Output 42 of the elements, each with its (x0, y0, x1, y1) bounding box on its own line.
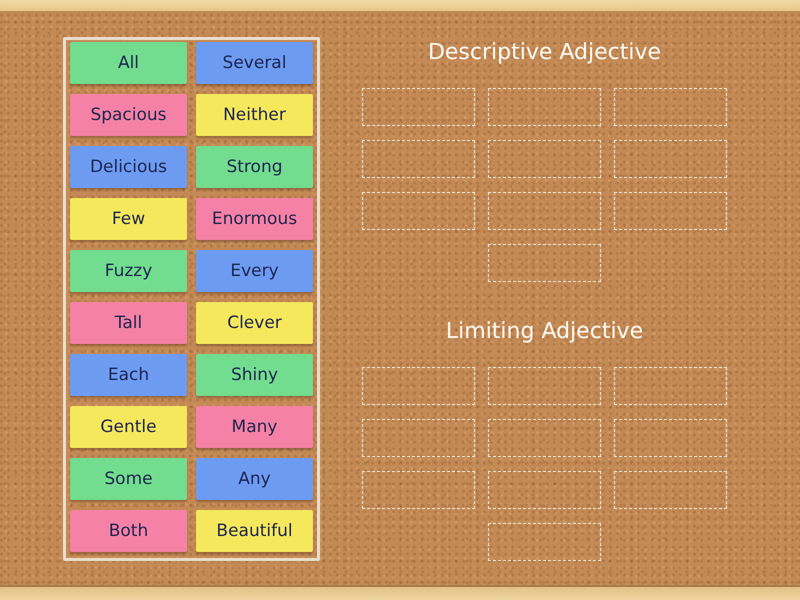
drop-slot[interactable] (488, 140, 601, 178)
drop-slot[interactable] (488, 419, 601, 457)
word-card[interactable]: Shiny (196, 354, 313, 396)
drop-slot[interactable] (614, 471, 727, 509)
word-card[interactable]: Fuzzy (70, 250, 187, 292)
word-card[interactable]: Enormous (196, 198, 313, 240)
word-card[interactable]: Each (70, 354, 187, 396)
drop-slot[interactable] (362, 419, 475, 457)
word-card[interactable]: Spacious (70, 94, 187, 136)
word-card[interactable]: Both (70, 510, 187, 552)
group-heading: Limiting Adjective (446, 318, 644, 346)
drop-slot[interactable] (488, 192, 601, 230)
drop-slot[interactable] (362, 192, 475, 230)
drop-slot[interactable] (614, 88, 727, 126)
word-card[interactable]: All (70, 42, 187, 84)
drop-slot[interactable] (488, 367, 601, 405)
word-card[interactable]: Some (70, 458, 187, 500)
drop-slot[interactable] (362, 471, 475, 509)
word-card[interactable]: Neither (196, 94, 313, 136)
word-card[interactable]: Beautiful (196, 510, 313, 552)
drop-slot[interactable] (362, 140, 475, 178)
drop-slot[interactable] (488, 471, 601, 509)
word-card[interactable]: Several (196, 42, 313, 84)
drop-slot[interactable] (488, 523, 601, 561)
group-heading: Descriptive Adjective (428, 39, 662, 67)
drop-slot[interactable] (614, 419, 727, 457)
drop-slot[interactable] (488, 88, 601, 126)
drop-slot[interactable] (362, 367, 475, 405)
word-card[interactable]: Gentle (70, 406, 187, 448)
drop-slot[interactable] (614, 140, 727, 178)
word-card[interactable]: Strong (196, 146, 313, 188)
word-card[interactable]: Few (70, 198, 187, 240)
drop-slot[interactable] (362, 88, 475, 126)
drop-slot[interactable] (614, 192, 727, 230)
drop-slot[interactable] (614, 367, 727, 405)
word-card[interactable]: Any (196, 458, 313, 500)
word-card[interactable]: Every (196, 250, 313, 292)
word-card[interactable]: Tall (70, 302, 187, 344)
word-card[interactable]: Clever (196, 302, 313, 344)
word-card[interactable]: Delicious (70, 146, 187, 188)
word-card[interactable]: Many (196, 406, 313, 448)
drop-slot[interactable] (488, 244, 601, 282)
